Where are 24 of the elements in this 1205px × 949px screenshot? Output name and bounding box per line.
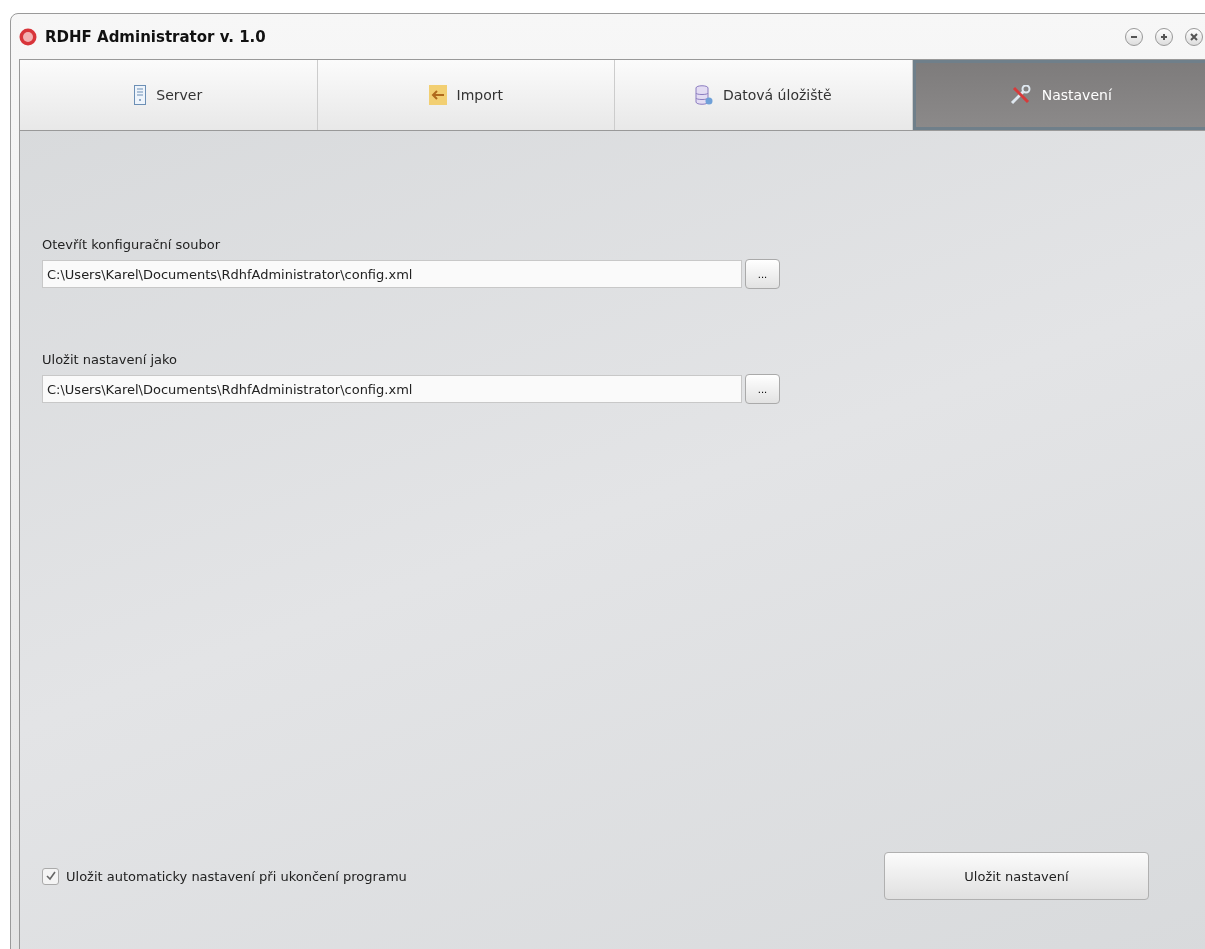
field-label: Otevřít konfigurační soubor	[42, 237, 222, 252]
database-icon	[694, 85, 713, 105]
tools-icon	[1009, 85, 1032, 105]
save-settings-button[interactable]: Uložit nastavení	[884, 852, 1149, 900]
close-icon	[1190, 32, 1198, 41]
window-title: RDHF Administrator v. 1.0	[45, 27, 267, 46]
browse-button[interactable]: ...	[745, 259, 780, 289]
tab[interactable]: Nastavení	[912, 60, 1205, 130]
plus-icon	[1160, 32, 1168, 41]
maximize-button[interactable]	[1155, 27, 1173, 46]
server-icon	[134, 85, 147, 105]
tab[interactable]: Import	[317, 60, 615, 130]
path-field[interactable]: C:\Users\Karel\Documents\RdhfAdministrator\config.xml	[42, 375, 742, 403]
field-label: Uložit nastavení jako	[42, 352, 179, 367]
import-icon	[428, 85, 447, 105]
path-field[interactable]: C:\Users\Karel\Documents\RdhfAdministrator\config.xml	[42, 260, 742, 288]
tab[interactable]: Server	[20, 60, 318, 130]
minimize-button[interactable]	[1125, 27, 1143, 46]
close-button[interactable]	[1185, 27, 1203, 46]
tab[interactable]: Datová úložiště	[615, 60, 913, 130]
browse-button[interactable]: ...	[745, 374, 780, 404]
checkbox[interactable]	[42, 867, 59, 885]
checkbox-label: Uložit automaticky nastavení při ukončení programu	[66, 868, 407, 884]
app-logo-icon	[19, 27, 37, 46]
